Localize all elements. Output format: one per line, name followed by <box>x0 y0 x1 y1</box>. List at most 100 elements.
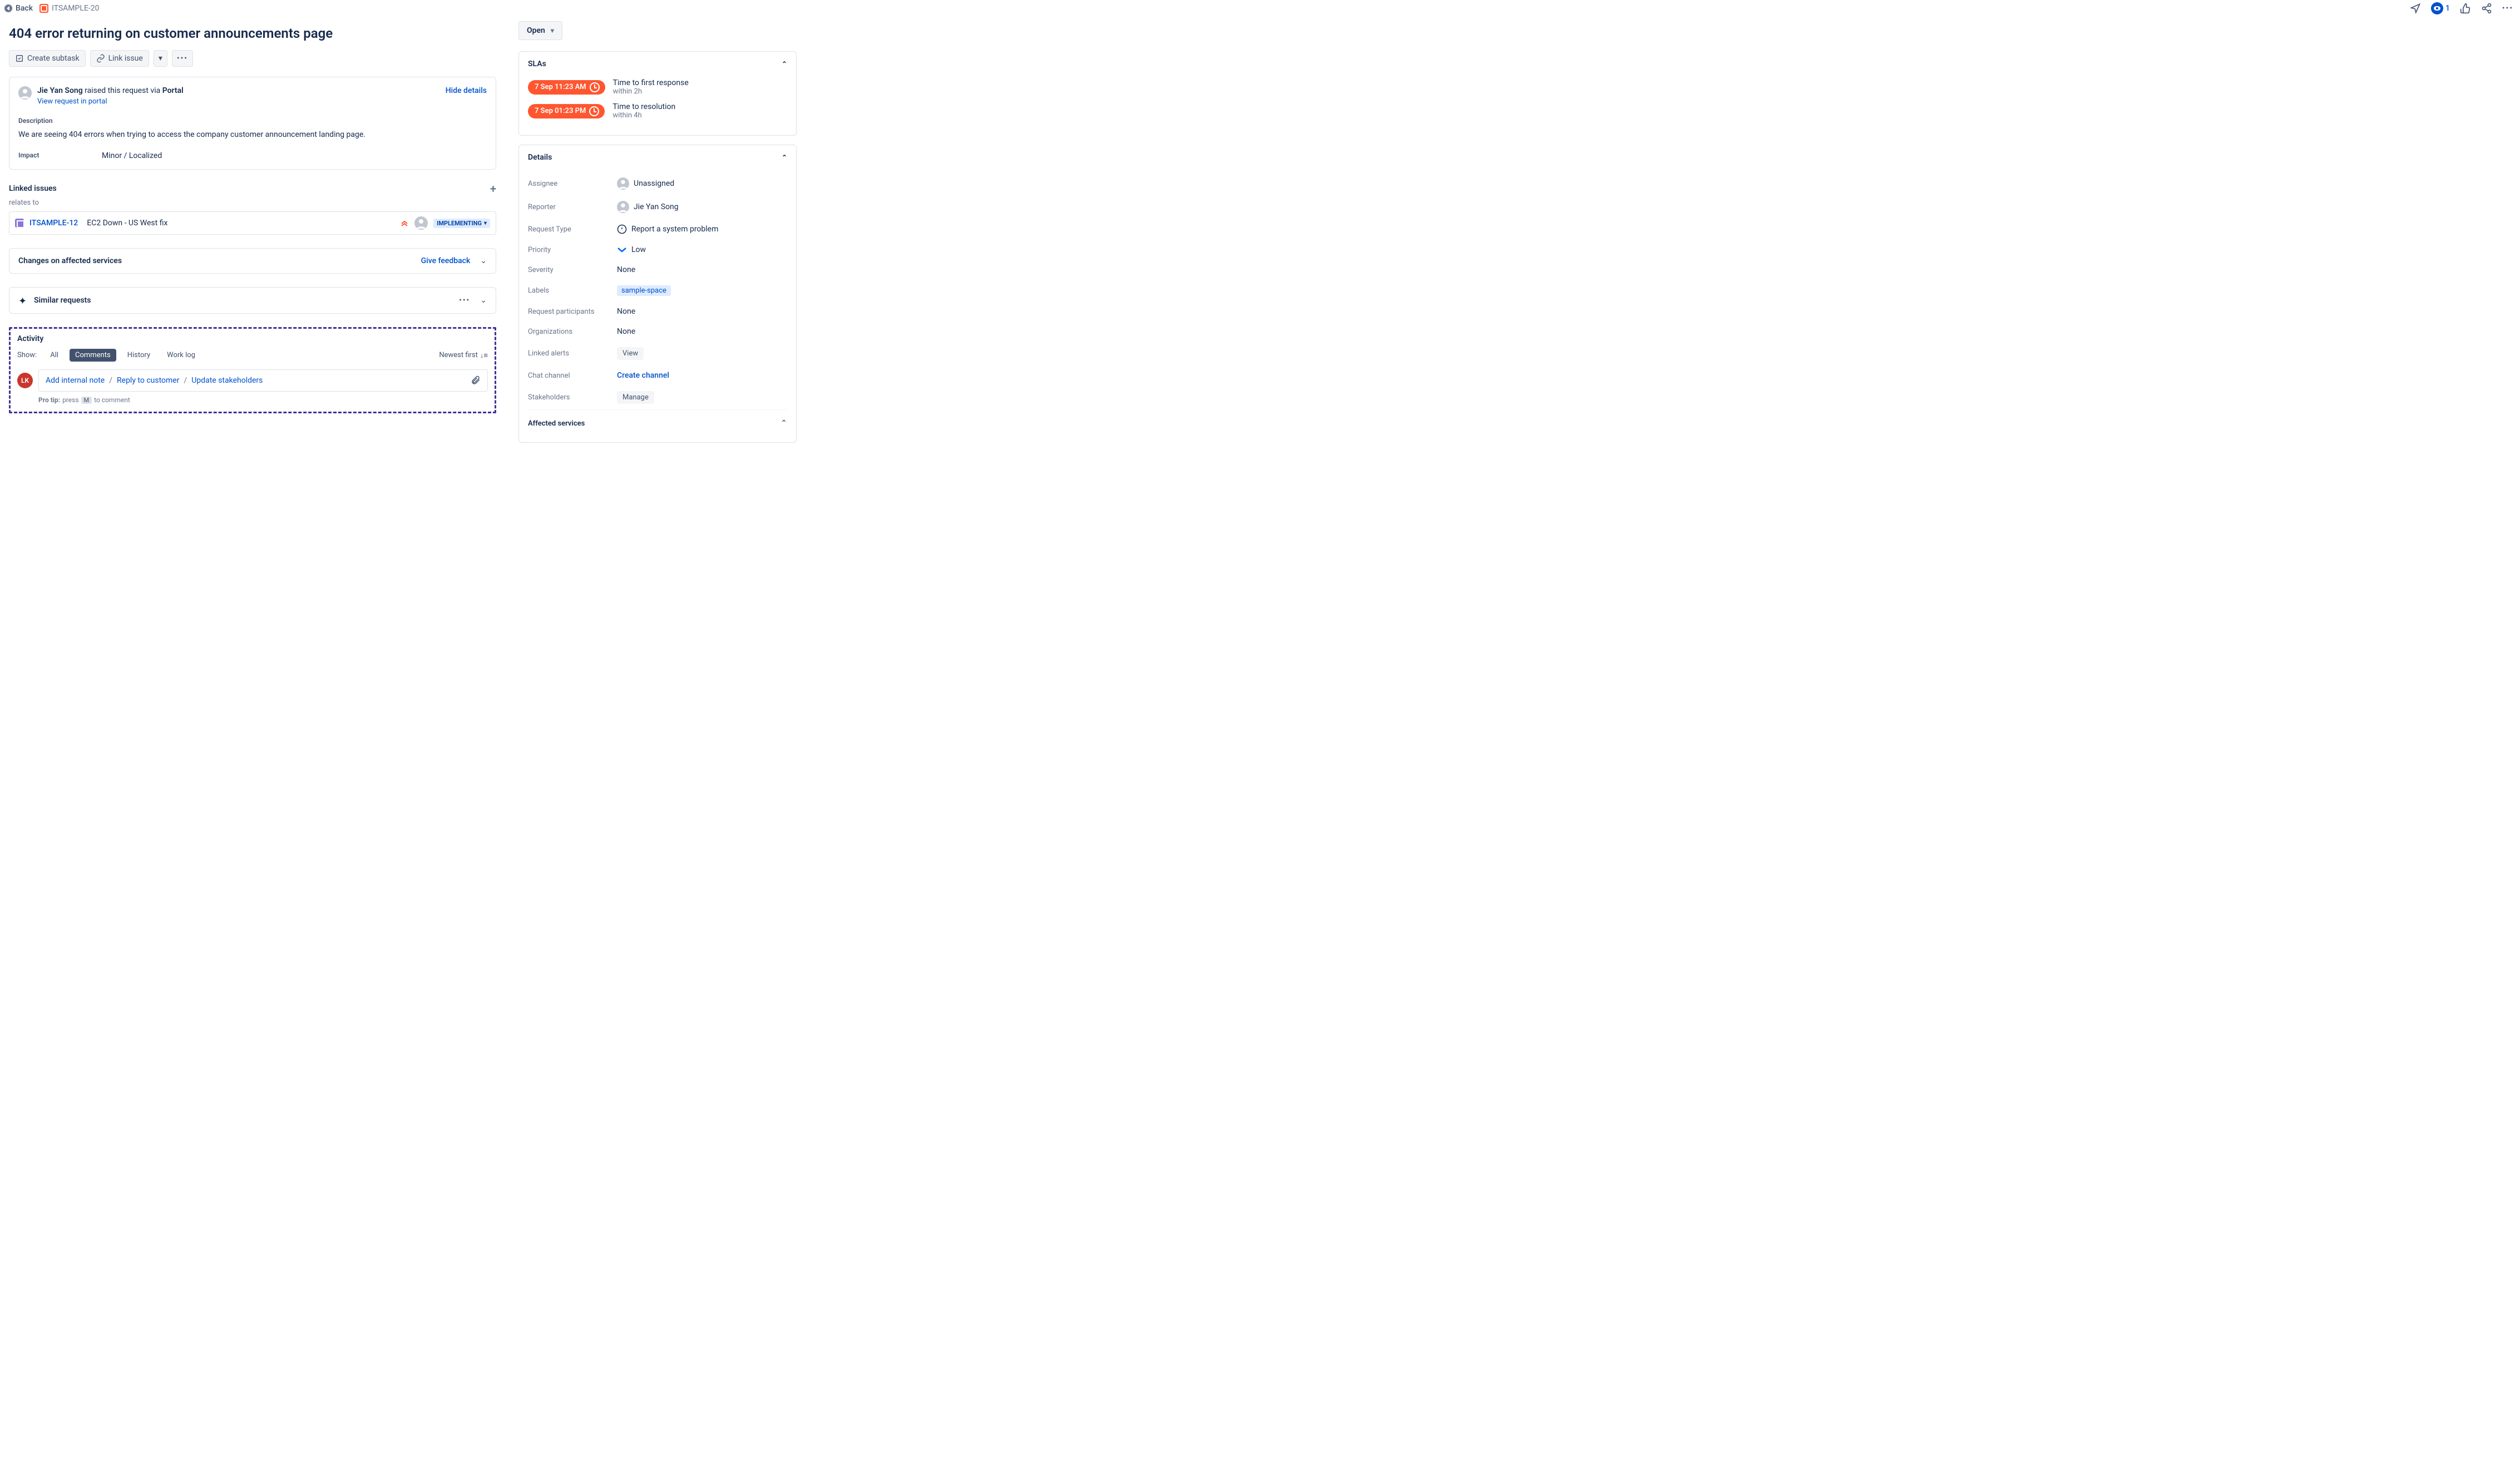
reply-to-customer-link[interactable]: Reply to customer <box>117 376 179 385</box>
requestor-name: Jie Yan Song <box>37 86 83 95</box>
reporter-field[interactable]: Jie Yan Song <box>617 201 679 213</box>
back-button[interactable]: Back <box>4 4 33 13</box>
priority-field[interactable]: Low <box>617 245 646 254</box>
toolbar-more-button[interactable] <box>172 50 193 67</box>
attachment-icon[interactable] <box>471 375 481 385</box>
watch-button[interactable]: 1 <box>2431 2 2450 14</box>
sla-title: Time to first response <box>613 78 689 87</box>
linked-issue-key: ITSAMPLE-12 <box>29 219 78 228</box>
assignee-field[interactable]: Unassigned <box>617 177 674 190</box>
sort-button[interactable]: Newest first ↓≡ <box>439 351 488 360</box>
give-feedback-link[interactable]: Give feedback <box>421 256 471 265</box>
sla-badge: 7 Sep 01:23 PM <box>528 104 605 118</box>
description-text: We are seeing 404 errors when trying to … <box>18 130 487 139</box>
reqpart-label: Request participants <box>528 308 617 316</box>
severity-field[interactable]: None <box>617 265 635 274</box>
affected-services-label: Affected services <box>528 419 617 428</box>
linked-type-icon <box>15 219 24 228</box>
tab-all[interactable]: All <box>45 349 64 362</box>
protip-text: Pro tip: press M to comment <box>38 396 488 404</box>
activity-header: Activity <box>17 334 488 343</box>
eye-icon <box>2431 2 2443 14</box>
requestor-avatar <box>18 86 32 102</box>
priority-label: Priority <box>528 246 617 254</box>
view-alerts-button[interactable]: View <box>617 347 644 360</box>
issue-type-icon <box>39 4 48 13</box>
back-icon <box>4 4 12 12</box>
current-user-avatar: LK <box>17 373 33 388</box>
issue-key-text: ITSAMPLE-20 <box>52 4 99 13</box>
labels-field[interactable]: sample-space <box>617 285 671 296</box>
sla-detail: within 2h <box>613 87 689 96</box>
sla-badge: 7 Sep 11:23 AM <box>528 80 605 95</box>
sort-icon: ↓≡ <box>480 351 488 360</box>
sla-title: Time to resolution <box>612 102 675 111</box>
tab-worklog[interactable]: Work log <box>161 349 201 362</box>
chevron-down-icon: ⌄ <box>480 256 487 265</box>
similar-more-icon[interactable] <box>459 296 470 305</box>
share-icon[interactable] <box>2481 3 2492 14</box>
back-label: Back <box>16 4 33 13</box>
more-actions-icon[interactable] <box>2502 3 2513 14</box>
reqtype-field[interactable]: Report a system problem <box>617 224 718 234</box>
request-card: Jie Yan Song raised this request via Por… <box>9 77 496 170</box>
clock-icon <box>589 106 599 116</box>
linked-relation: relates to <box>9 199 496 207</box>
like-icon[interactable] <box>2460 3 2471 14</box>
activity-section: Activity Show: All Comments History Work… <box>9 327 496 413</box>
add-linked-issue-button[interactable]: + <box>490 183 496 194</box>
view-in-portal-link[interactable]: View request in portal <box>37 97 184 106</box>
chevron-up-icon[interactable]: ⌃ <box>780 419 787 428</box>
changes-panel[interactable]: Changes on affected services Give feedba… <box>9 248 496 274</box>
orgs-field[interactable]: None <box>617 327 635 336</box>
changes-title: Changes on affected services <box>18 256 122 265</box>
key-hint: M <box>81 397 92 404</box>
linked-issue-row[interactable]: ITSAMPLE-12 EC2 Down - US West fix IMPLE… <box>9 211 496 235</box>
details-header: Details <box>528 153 552 162</box>
stakeholders-label: Stakeholders <box>528 393 617 402</box>
chevron-down-icon: ⌄ <box>480 296 487 305</box>
orgs-label: Organizations <box>528 328 617 336</box>
comment-input[interactable]: Add internal note / Reply to customer / … <box>38 369 488 392</box>
reporter-label: Reporter <box>528 203 617 211</box>
tab-comments[interactable]: Comments <box>70 349 116 362</box>
sparkle-icon <box>18 295 28 305</box>
priority-icon <box>400 219 409 228</box>
clock-icon <box>590 82 600 92</box>
link-dropdown-button[interactable]: ▾ <box>154 50 167 67</box>
hide-details-link[interactable]: Hide details <box>446 86 487 95</box>
labels-label: Labels <box>528 286 617 295</box>
create-subtask-button[interactable]: Create subtask <box>9 50 86 67</box>
reqpart-field[interactable]: None <box>617 307 635 316</box>
assignee-label: Assignee <box>528 180 617 188</box>
show-label: Show: <box>17 351 37 359</box>
add-internal-note-link[interactable]: Add internal note <box>46 376 105 385</box>
linked-issues-header: Linked issues <box>9 184 57 193</box>
feedback-icon[interactable] <box>2410 3 2421 14</box>
impact-label: Impact <box>18 151 102 160</box>
tab-history[interactable]: History <box>122 349 156 362</box>
sla-detail: within 4h <box>612 111 675 120</box>
reqtype-label: Request Type <box>528 225 617 234</box>
chevron-up-icon[interactable]: ⌃ <box>782 60 787 68</box>
description-label: Description <box>18 117 487 125</box>
link-issue-button[interactable]: Link issue <box>90 50 149 67</box>
alerts-label: Linked alerts <box>528 349 617 358</box>
impact-value: Minor / Localized <box>102 151 162 160</box>
watch-count: 1 <box>2445 4 2450 13</box>
chevron-up-icon[interactable]: ⌃ <box>782 154 787 161</box>
linked-status-button[interactable]: IMPLEMENTING <box>433 219 490 228</box>
linked-issue-title: EC2 Down - US West fix <box>87 219 167 228</box>
issue-key-link[interactable]: ITSAMPLE-20 <box>39 4 99 13</box>
chat-label: Chat channel <box>528 372 617 380</box>
issue-title: 404 error returning on customer announce… <box>9 21 496 50</box>
create-channel-link[interactable]: Create channel <box>617 371 669 380</box>
update-stakeholders-link[interactable]: Update stakeholders <box>191 376 263 385</box>
slas-header: SLAs <box>528 60 546 68</box>
linked-assignee-avatar <box>414 216 428 230</box>
status-dropdown[interactable]: Open <box>518 21 562 40</box>
similar-requests-panel[interactable]: Similar requests ⌄ <box>9 287 496 314</box>
similar-title: Similar requests <box>34 296 91 305</box>
severity-label: Severity <box>528 266 617 274</box>
manage-stakeholders-button[interactable]: Manage <box>617 391 654 404</box>
